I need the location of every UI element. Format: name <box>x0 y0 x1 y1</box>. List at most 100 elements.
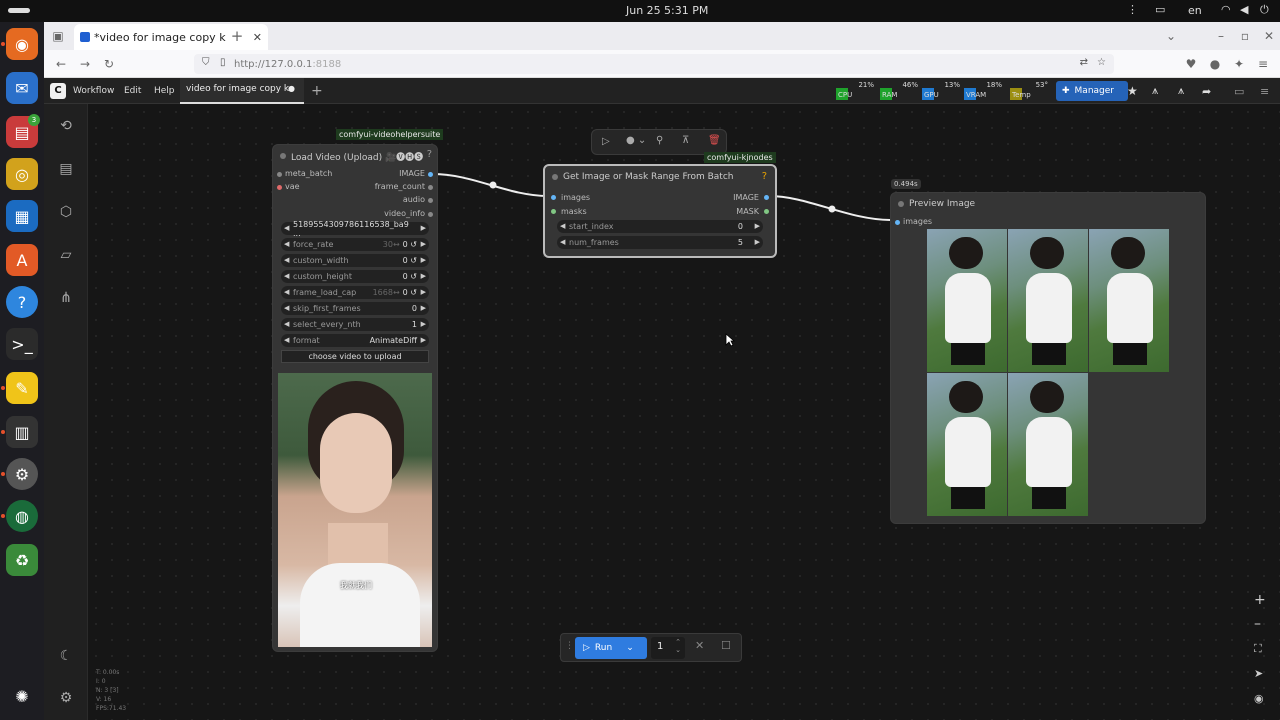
workflows-folder-icon[interactable]: ▱ <box>56 245 76 265</box>
run-options-chevron-icon[interactable]: ⌄ <box>626 643 634 653</box>
obs-icon[interactable]: ◍ <box>6 500 38 532</box>
node-canvas[interactable]: comfyui-videohelpersuite Load Video (Upl… <box>88 104 1280 720</box>
rhythmbox-icon[interactable]: ◎ <box>6 158 38 190</box>
select-mode-icon[interactable]: ➤ <box>1254 667 1263 680</box>
translate-icon[interactable]: ⇄ <box>1080 57 1088 68</box>
preview-frame[interactable] <box>1008 373 1088 516</box>
os-date[interactable]: Jun 25 <box>626 4 661 17</box>
node-library-tree-icon[interactable]: ⋔ <box>56 288 76 308</box>
panel-toggle-icon[interactable]: ▭ <box>1234 78 1244 104</box>
widget-custom-height[interactable]: ◀ custom_height 0 ↺ ▶ <box>281 270 429 283</box>
choose-video-button[interactable]: choose video to upload <box>281 350 429 363</box>
wifi-icon[interactable]: ◠ <box>1221 3 1231 16</box>
reload-icon[interactable]: ↻ <box>100 55 118 73</box>
menu-help[interactable]: Help <box>154 78 175 104</box>
menu-edit[interactable]: Edit <box>124 78 141 104</box>
input-pin[interactable] <box>551 209 556 214</box>
load-video-node[interactable]: Load Video (Upload) 🎥🅥🅗🅢 ? meta_batch va… <box>272 144 438 652</box>
ubuntu-apps-icon[interactable]: ✺ <box>6 680 38 712</box>
minimize-icon[interactable]: – <box>1212 27 1230 45</box>
stop-square-icon[interactable]: ☐ <box>721 639 731 652</box>
widget-format[interactable]: ◀ format AnimateDiff ▶ <box>281 334 429 347</box>
delete-trash-icon[interactable]: 🗑 <box>708 135 721 146</box>
tab-list-icon[interactable]: ▣ <box>49 27 67 45</box>
input-pin[interactable] <box>277 172 282 177</box>
menu-workflow[interactable]: Workflow <box>73 78 114 104</box>
activities-indicator[interactable] <box>8 8 30 13</box>
firefox-icon[interactable]: ◉ <box>6 28 38 60</box>
theme-moon-icon[interactable]: ☾ <box>56 646 76 666</box>
stepper-icon[interactable]: ⌃ ⌄ <box>675 638 681 654</box>
widget-frame-load-cap[interactable]: ◀ frame_load_cap 1668↔ 0 ↺ ▶ <box>281 286 429 299</box>
account-icon[interactable]: ● <box>1206 55 1224 73</box>
toggle-links-eye-icon[interactable]: ◉ <box>1254 692 1264 705</box>
output-pin[interactable] <box>428 198 433 203</box>
libreoffice-writer-icon[interactable]: ▦ <box>6 200 38 232</box>
language-indicator[interactable]: en <box>1188 4 1202 17</box>
node-library-icon[interactable]: ⩚ <box>1152 78 1158 104</box>
manager-button[interactable]: ✚ Manager <box>1056 81 1128 101</box>
share-icon[interactable]: ➦ <box>1202 78 1211 104</box>
zoom-out-icon[interactable]: – <box>1254 616 1261 632</box>
widget-custom-width[interactable]: ◀ custom_width 0 ↺ ▶ <box>281 254 429 267</box>
widget-skip-first-frames[interactable]: ◀ skip_first_frames 0 ▶ <box>281 302 429 315</box>
input-pin[interactable] <box>551 195 556 200</box>
hamburger-icon[interactable]: ≡ <box>1260 78 1269 104</box>
wire-midpoint[interactable] <box>828 205 836 213</box>
pocket-icon[interactable]: ♥ <box>1182 55 1200 73</box>
wire-midpoint[interactable] <box>489 181 497 189</box>
maximize-icon[interactable]: ▫ <box>1236 27 1254 45</box>
back-icon[interactable]: ← <box>52 55 70 73</box>
node-title[interactable]: Preview Image <box>891 193 1205 215</box>
new-workflow-tab-icon[interactable]: + <box>311 78 323 104</box>
menu-icon[interactable]: ≡ <box>1254 55 1272 73</box>
workflow-tab[interactable]: video for image copy k ● <box>180 78 304 104</box>
forward-icon[interactable]: → <box>76 55 94 73</box>
fit-view-icon[interactable]: ⛶ <box>1254 642 1262 656</box>
terminal-icon[interactable]: >_ <box>6 328 38 360</box>
os-time[interactable]: 5:31 PM <box>664 4 708 17</box>
cancel-x-icon[interactable]: ✕ <box>695 639 704 652</box>
settings-gear-icon[interactable]: ⚙ <box>6 458 38 490</box>
run-button[interactable]: ▷ Run ⌄ <box>575 637 647 659</box>
bookmark-star-icon[interactable]: ☆ <box>1097 57 1106 68</box>
help-question-icon[interactable]: ? <box>427 149 432 160</box>
model-library-cube-icon[interactable]: ⬡ <box>56 202 76 222</box>
input-pin[interactable] <box>277 185 282 190</box>
execute-play-icon[interactable]: ▷ <box>602 136 610 147</box>
power-icon[interactable]: ⏻ <box>1260 3 1269 17</box>
get-range-node[interactable]: Get Image or Mask Range From Batch ? ima… <box>543 164 777 258</box>
video-preview[interactable]: 我就我们 <box>278 373 432 647</box>
volume-icon[interactable]: ◀ <box>1240 3 1248 16</box>
widget-force-rate[interactable]: ◀ force_rate 30↔ 0 ↺ ▶ <box>281 238 429 251</box>
node-title[interactable]: Get Image or Mask Range From Batch <box>545 166 775 188</box>
url-bar[interactable]: ⛉ ▯ http://127.0.0.1:8188 ⇄ ☆ <box>194 54 1114 74</box>
queue-icon[interactable]: ▤ <box>56 159 76 179</box>
status-icon[interactable]: ⋮ <box>1127 3 1138 16</box>
site-info-icon[interactable]: ⛉ <box>202 57 210 68</box>
settings-icon[interactable]: ⚙ <box>56 688 76 708</box>
preview-frame[interactable] <box>1089 229 1169 372</box>
extensions-icon[interactable]: ✦ <box>1230 55 1248 73</box>
widget-video-file[interactable]: ◀ 5189554309786116538_ba9 ... ▶ <box>281 220 429 238</box>
close-tab-icon[interactable]: ✕ <box>253 31 262 44</box>
battery-icon[interactable]: ▭ <box>1155 3 1165 16</box>
input-pin[interactable] <box>895 220 900 225</box>
history-icon[interactable]: ⟲ <box>56 116 76 136</box>
widget-start-index[interactable]: ◀ start_index 0 ▶ <box>557 220 763 233</box>
help-question-icon[interactable]: ? <box>762 171 767 182</box>
star-icon[interactable]: ★ <box>1127 78 1138 104</box>
batch-count-input[interactable]: 1 ⌃ ⌄ <box>651 637 685 659</box>
output-pin[interactable] <box>428 185 433 190</box>
pin-icon[interactable]: ⊼ <box>682 135 689 146</box>
output-pin[interactable] <box>428 212 433 217</box>
bypass-icon[interactable]: ⚲ <box>656 135 663 146</box>
unsaved-dot-icon[interactable]: ● <box>288 84 295 93</box>
text-editor-icon[interactable]: ✎ <box>6 372 38 404</box>
thunderbird-icon[interactable]: ✉ <box>6 72 38 104</box>
preview-image-node[interactable]: Preview Image images <box>890 192 1206 524</box>
output-pin[interactable] <box>764 209 769 214</box>
close-window-icon[interactable]: ✕ <box>1260 27 1278 45</box>
node-title[interactable]: Load Video (Upload) 🎥🅥🅗🅢 <box>273 145 437 167</box>
output-pin[interactable] <box>428 172 433 177</box>
